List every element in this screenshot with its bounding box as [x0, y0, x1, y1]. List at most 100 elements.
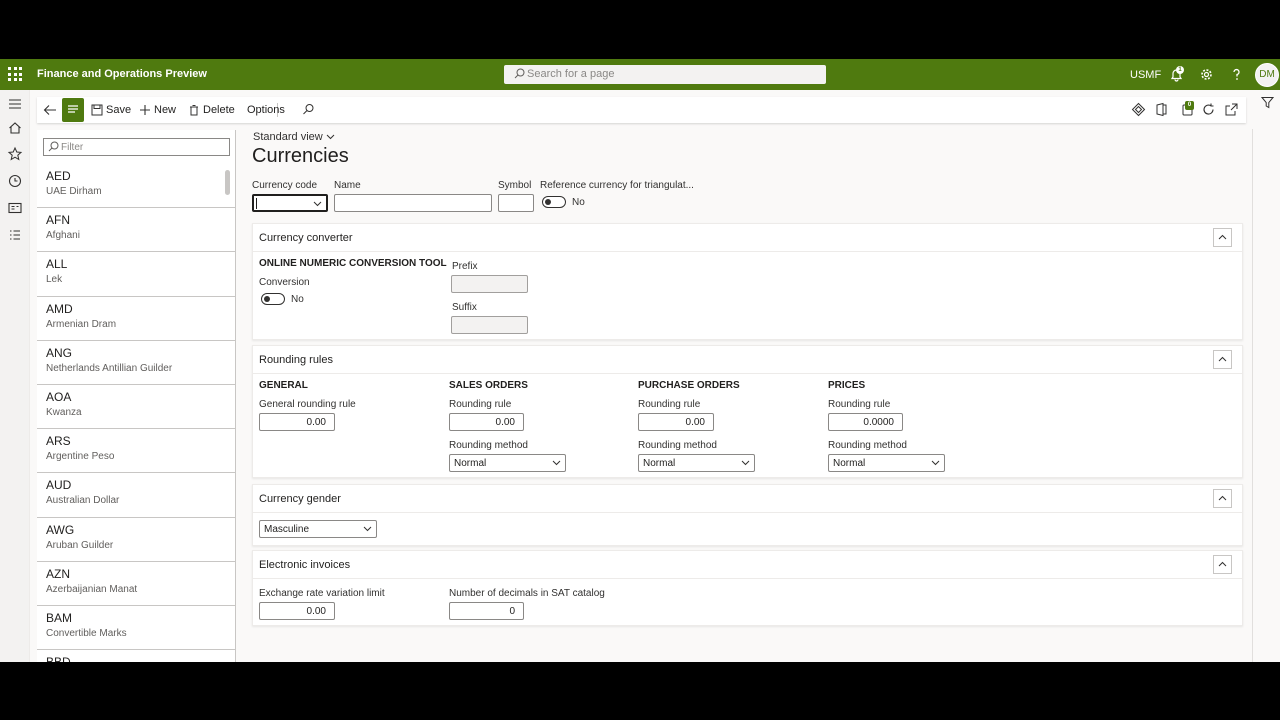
help-icon[interactable] — [1229, 67, 1244, 82]
save-label: Save — [106, 104, 132, 116]
company-selector[interactable]: USMF — [1130, 69, 1161, 81]
list-item[interactable]: ARS Argentine Peso — [37, 429, 235, 474]
back-arrow-icon[interactable] — [43, 103, 57, 117]
currency-code: BAM — [46, 610, 73, 625]
sales-rounding-rule-input[interactable]: 0.00 — [449, 413, 524, 431]
chevron-up-icon — [1218, 356, 1227, 362]
open-new-window-icon[interactable] — [1224, 102, 1239, 117]
currency-converter-header[interactable]: Currency converter — [253, 224, 1242, 252]
hamburger-icon[interactable] — [7, 96, 23, 112]
search-icon — [514, 68, 525, 79]
symbol-label: Symbol — [498, 180, 532, 191]
currency-gender-select[interactable]: Masculine — [259, 520, 377, 538]
currency-name: Convertible Marks — [46, 627, 127, 639]
reference-currency-toggle[interactable] — [542, 196, 566, 208]
list-item[interactable]: ANG Netherlands Antillian Guilder — [37, 341, 235, 385]
options-button[interactable]: Options — [247, 97, 285, 123]
save-button[interactable]: Save — [91, 97, 131, 123]
search-placeholder: Search for a page — [527, 68, 615, 80]
prices-rounding-rule-input[interactable]: 0.0000 — [828, 413, 903, 431]
chevron-down-icon — [363, 526, 372, 532]
suffix-label: Suffix — [452, 302, 477, 313]
collapse-button[interactable] — [1213, 555, 1232, 574]
section-title: Rounding rules — [259, 354, 333, 366]
save-icon — [91, 104, 103, 116]
currency-gender-section: Currency gender Masculine — [252, 484, 1243, 546]
sat-decimals-label: Number of decimals in SAT catalog — [449, 588, 605, 599]
chevron-down-icon — [741, 460, 750, 466]
list-view-toggle[interactable] — [62, 98, 84, 122]
delete-button[interactable]: Delete — [188, 97, 235, 123]
workspaces-icon[interactable] — [7, 200, 23, 216]
chevron-up-icon — [1218, 234, 1227, 240]
list-filter-input[interactable]: Filter — [43, 138, 230, 156]
list-scrollbar[interactable] — [225, 170, 230, 195]
prefix-input[interactable] — [451, 275, 528, 293]
currency-code: AUD — [46, 478, 72, 493]
general-rounding-rule-input[interactable]: 0.00 — [259, 413, 335, 431]
list-item[interactable]: AOA Kwanza — [37, 385, 235, 430]
rounding-rules-section: Rounding rules GENERAL General rounding … — [252, 345, 1243, 478]
app-launcher-icon[interactable] — [8, 67, 22, 81]
sat-decimals-input[interactable]: 0 — [449, 602, 524, 620]
name-input[interactable] — [334, 194, 492, 212]
power-apps-icon[interactable] — [1131, 102, 1146, 117]
purchase-rounding-method-select[interactable]: Normal — [638, 454, 755, 472]
collapse-button[interactable] — [1213, 350, 1232, 369]
gear-icon[interactable] — [1199, 67, 1214, 82]
collapse-button[interactable] — [1213, 228, 1232, 247]
sales-rounding-method-label: Rounding method — [449, 440, 528, 451]
office-icon[interactable] — [1154, 102, 1169, 117]
refresh-icon[interactable] — [1201, 102, 1216, 117]
clock-icon[interactable] — [7, 173, 23, 189]
chevron-down-icon — [552, 460, 561, 466]
electronic-invoices-header[interactable]: Electronic invoices — [253, 551, 1242, 579]
list-item[interactable]: AWG Aruban Guilder — [37, 518, 235, 562]
currency-list-panel: Filter AED UAE Dirham AFN Afghani ALL Lek AMD A… — [37, 130, 236, 662]
purchase-orders-header: PURCHASE ORDERS — [638, 380, 740, 391]
general-header: GENERAL — [259, 380, 308, 391]
home-icon[interactable] — [7, 120, 23, 136]
list-item[interactable]: BAM Convertible Marks — [37, 606, 235, 651]
list-item[interactable]: AFN Afghani — [37, 208, 235, 253]
user-avatar[interactable]: DM — [1255, 63, 1279, 87]
filter-pane-icon[interactable] — [1261, 96, 1274, 109]
list-item[interactable]: AZN Azerbaijanian Manat — [37, 562, 235, 606]
name-label: Name — [334, 180, 361, 191]
page-title: Currencies — [252, 145, 349, 167]
rounding-rules-header[interactable]: Rounding rules — [253, 346, 1242, 374]
list-item[interactable]: AMD Armenian Dram — [37, 297, 235, 341]
action-search-icon[interactable] — [302, 103, 315, 116]
exchange-rate-variation-input[interactable]: 0.00 — [259, 602, 335, 620]
page-search-input[interactable]: Search for a page — [504, 65, 826, 84]
prices-rounding-method-label: Rounding method — [828, 440, 907, 451]
view-selector[interactable]: Standard view — [253, 131, 335, 143]
list-item[interactable]: BBD — [37, 650, 235, 662]
sales-rounding-method-select[interactable]: Normal — [449, 454, 566, 472]
currency-code-select[interactable] — [252, 194, 328, 212]
suffix-input[interactable] — [451, 316, 528, 334]
purchase-rounding-rule-input[interactable]: 0.00 — [638, 413, 714, 431]
attachment-count-badge: 0 — [1185, 101, 1194, 110]
chevron-down-icon — [313, 201, 322, 207]
currency-gender-value: Masculine — [264, 524, 310, 535]
prefix-label: Prefix — [452, 261, 478, 272]
currency-list: AED UAE Dirham AFN Afghani ALL Lek AMD Armenian… — [37, 164, 235, 662]
list-item[interactable]: ALL Lek — [37, 252, 235, 297]
currency-name: UAE Dirham — [46, 186, 102, 197]
reference-currency-value: No — [572, 197, 585, 208]
star-icon[interactable] — [7, 146, 23, 162]
prices-rounding-method-select[interactable]: Normal — [828, 454, 945, 472]
currency-name: Armenian Dram — [46, 318, 117, 330]
collapse-button[interactable] — [1213, 489, 1232, 508]
new-button[interactable]: New — [139, 97, 176, 123]
purchase-rounding-rule-label: Rounding rule — [638, 399, 701, 410]
modules-icon[interactable] — [7, 227, 23, 243]
currency-name: Argentine Peso — [46, 451, 115, 463]
symbol-input[interactable] — [498, 194, 534, 212]
list-item[interactable]: AUD Australian Dollar — [37, 473, 235, 518]
conversion-toggle[interactable] — [261, 293, 285, 305]
list-item[interactable]: AED UAE Dirham — [37, 164, 235, 209]
section-title: Currency converter — [259, 232, 353, 244]
currency-gender-header[interactable]: Currency gender — [253, 485, 1242, 513]
